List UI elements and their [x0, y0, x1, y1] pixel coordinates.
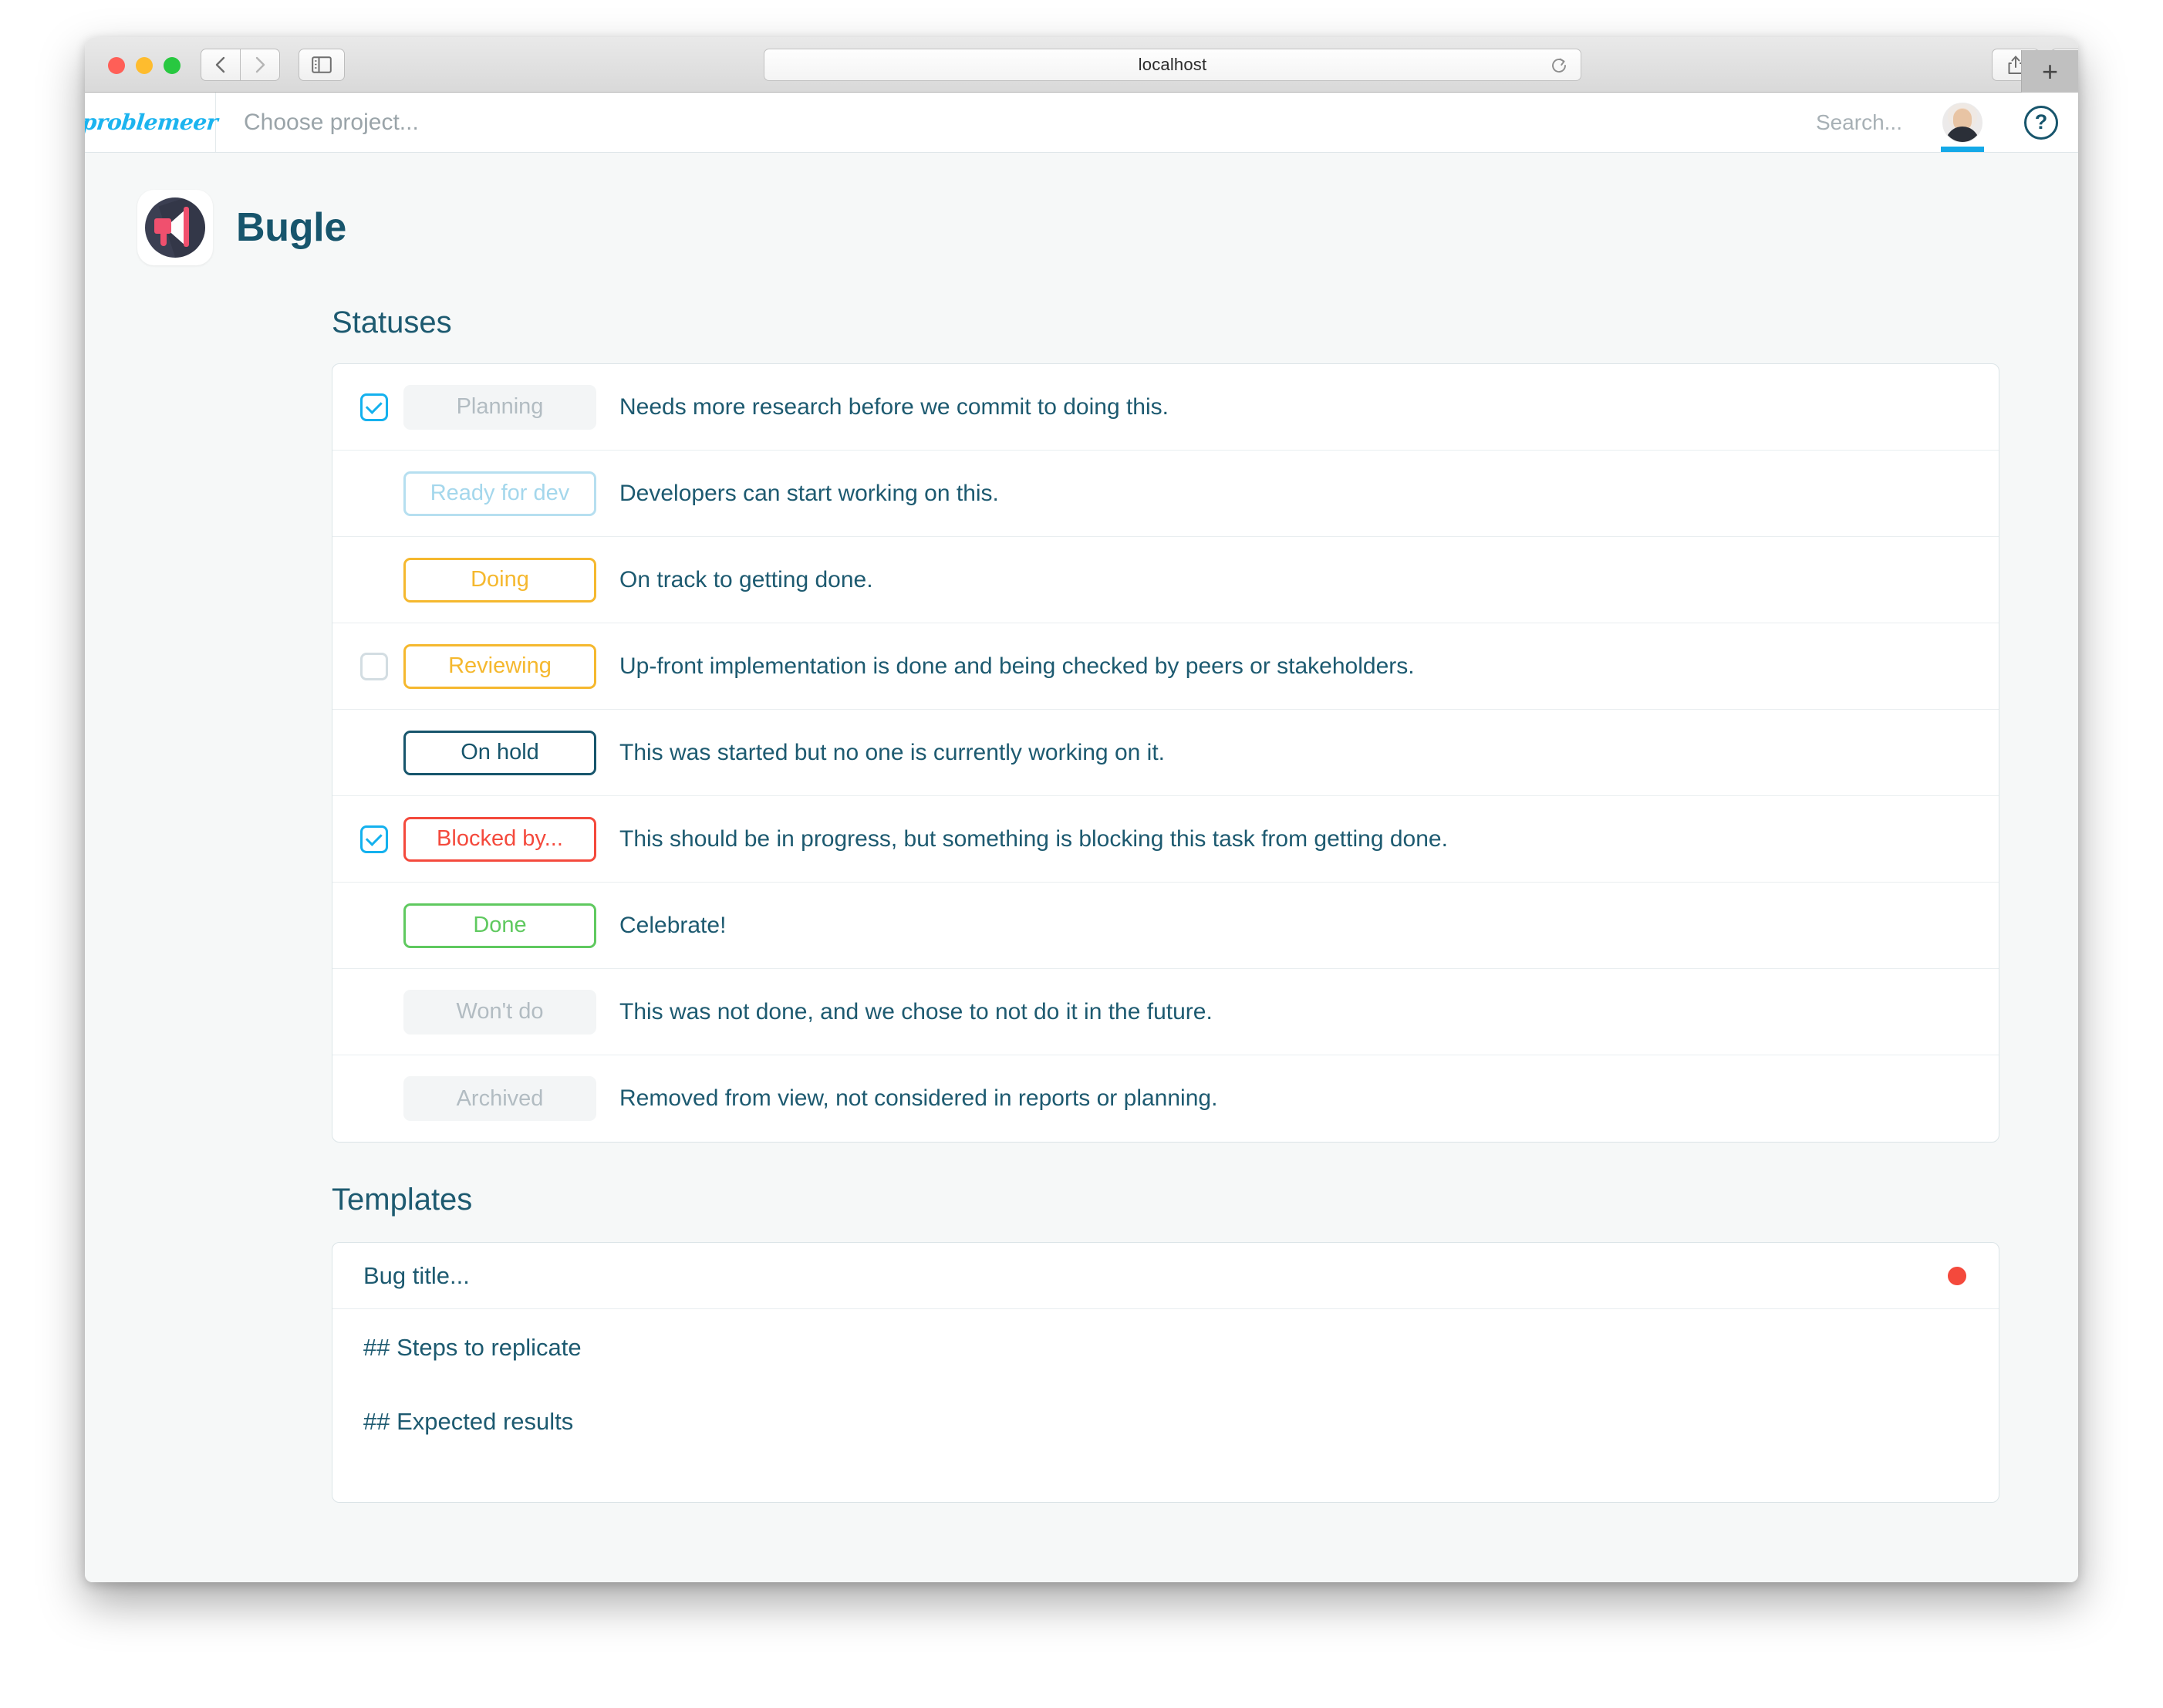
search-input[interactable]: Search... [1816, 93, 1921, 152]
template-line: ## Steps to replicate [363, 1334, 582, 1361]
url-text: localhost [1138, 55, 1207, 74]
active-tab-indicator [1941, 147, 1984, 152]
back-button[interactable] [201, 49, 241, 81]
status-description: Developers can start working on this. [619, 480, 999, 506]
status-badge[interactable]: On hold [403, 730, 596, 775]
brand-cell[interactable]: problemeer [85, 93, 220, 152]
chevron-left-icon [215, 56, 225, 73]
status-badge[interactable]: Ready for dev [403, 471, 596, 516]
browser-toolbar: localhost + [85, 37, 2078, 93]
unsaved-indicator-dot [1948, 1266, 1966, 1285]
statuses-heading: Statuses [332, 305, 452, 339]
new-tab-label: + [2041, 55, 2059, 87]
window-controls [108, 57, 181, 74]
sidebar-toggle-button[interactable] [299, 49, 345, 81]
table-row[interactable]: Blocked by... This should be in progress… [332, 796, 1999, 883]
maximize-window-button[interactable] [164, 57, 181, 74]
template-body-editor[interactable]: ## Steps to replicate ## Expected result… [332, 1309, 1999, 1502]
template-line: ## Expected results [363, 1408, 574, 1435]
help-button[interactable]: ? [2004, 93, 2078, 152]
project-picker[interactable]: Choose project... [216, 93, 1816, 152]
status-description: Up-front implementation is done and bein… [619, 653, 1415, 679]
new-tab-button[interactable]: + [2021, 50, 2078, 93]
table-row[interactable]: Planning Needs more research before we c… [332, 364, 1999, 451]
status-checkbox[interactable] [360, 393, 388, 421]
search-placeholder: Search... [1815, 110, 1902, 134]
table-row[interactable]: Ready for dev Developers can start worki… [332, 451, 1999, 537]
help-label: ? [2034, 110, 2048, 133]
table-row[interactable]: Done Celebrate! [332, 883, 1999, 969]
status-checkbox-slot [360, 825, 403, 853]
status-description: Celebrate! [619, 912, 727, 938]
status-description: This was started but no one is currently… [619, 739, 1165, 765]
status-description: This was not done, and we chose to not d… [619, 998, 1213, 1024]
status-badge[interactable]: Planning [403, 384, 596, 430]
address-bar[interactable]: localhost [764, 49, 1581, 81]
sidebar-toggle-icon [312, 56, 332, 73]
table-row[interactable]: Won't do This was not done, and we chose… [332, 969, 1999, 1055]
template-title-input[interactable]: Bug title... [363, 1262, 470, 1290]
reload-icon [1552, 58, 1566, 73]
status-badge[interactable]: Doing [403, 557, 596, 603]
status-description: Removed from view, not considered in rep… [619, 1085, 1218, 1111]
status-badge[interactable]: Won't do [403, 989, 596, 1035]
project-picker-placeholder: Choose project... [244, 109, 419, 135]
help-icon: ? [2024, 105, 2058, 140]
megaphone-icon [145, 197, 205, 258]
table-row[interactable]: Reviewing Up-front implementation is don… [332, 623, 1999, 710]
avatar [1942, 102, 1982, 143]
close-window-button[interactable] [108, 57, 125, 74]
project-avatar [137, 190, 213, 265]
statuses-card: Planning Needs more research before we c… [332, 363, 1999, 1143]
app-header: problemeer Choose project... Search... ? [85, 93, 2078, 153]
template-title-row[interactable]: Bug title... [332, 1243, 1999, 1309]
status-badge[interactable]: Blocked by... [403, 816, 596, 862]
table-row[interactable]: Archived Removed from view, not consider… [332, 1055, 1999, 1142]
templates-heading: Templates [332, 1183, 473, 1217]
status-description: Needs more research before we commit to … [619, 393, 1169, 420]
status-description: This should be in progress, but somethin… [619, 825, 1448, 852]
chevron-right-icon [255, 56, 265, 73]
page-body: Bugle Statuses Planning Needs more resea… [85, 153, 2078, 1582]
reload-button[interactable] [1550, 56, 1568, 79]
forward-button[interactable] [240, 49, 280, 81]
templates-card: Bug title... ## Steps to replicate ## Ex… [332, 1242, 1999, 1503]
status-badge[interactable]: Done [403, 903, 596, 948]
status-description: On track to getting done. [619, 566, 873, 592]
project-title-row: Bugle [85, 153, 2078, 265]
status-checkbox[interactable] [360, 652, 388, 680]
minimize-window-button[interactable] [136, 57, 153, 74]
status-checkbox[interactable] [360, 825, 388, 853]
status-badge[interactable]: Archived [403, 1076, 596, 1121]
table-row[interactable]: Doing On track to getting done. [332, 537, 1999, 623]
brand-logo: problemeer [85, 110, 220, 135]
status-checkbox-slot [360, 652, 403, 680]
status-checkbox-slot [360, 393, 403, 421]
page-title: Bugle [236, 205, 346, 250]
table-row[interactable]: On hold This was started but no one is c… [332, 710, 1999, 796]
user-menu[interactable] [1921, 93, 2004, 152]
status-badge[interactable]: Reviewing [403, 643, 596, 689]
browser-window: localhost + problemeer Choose project...… [85, 37, 2078, 1582]
